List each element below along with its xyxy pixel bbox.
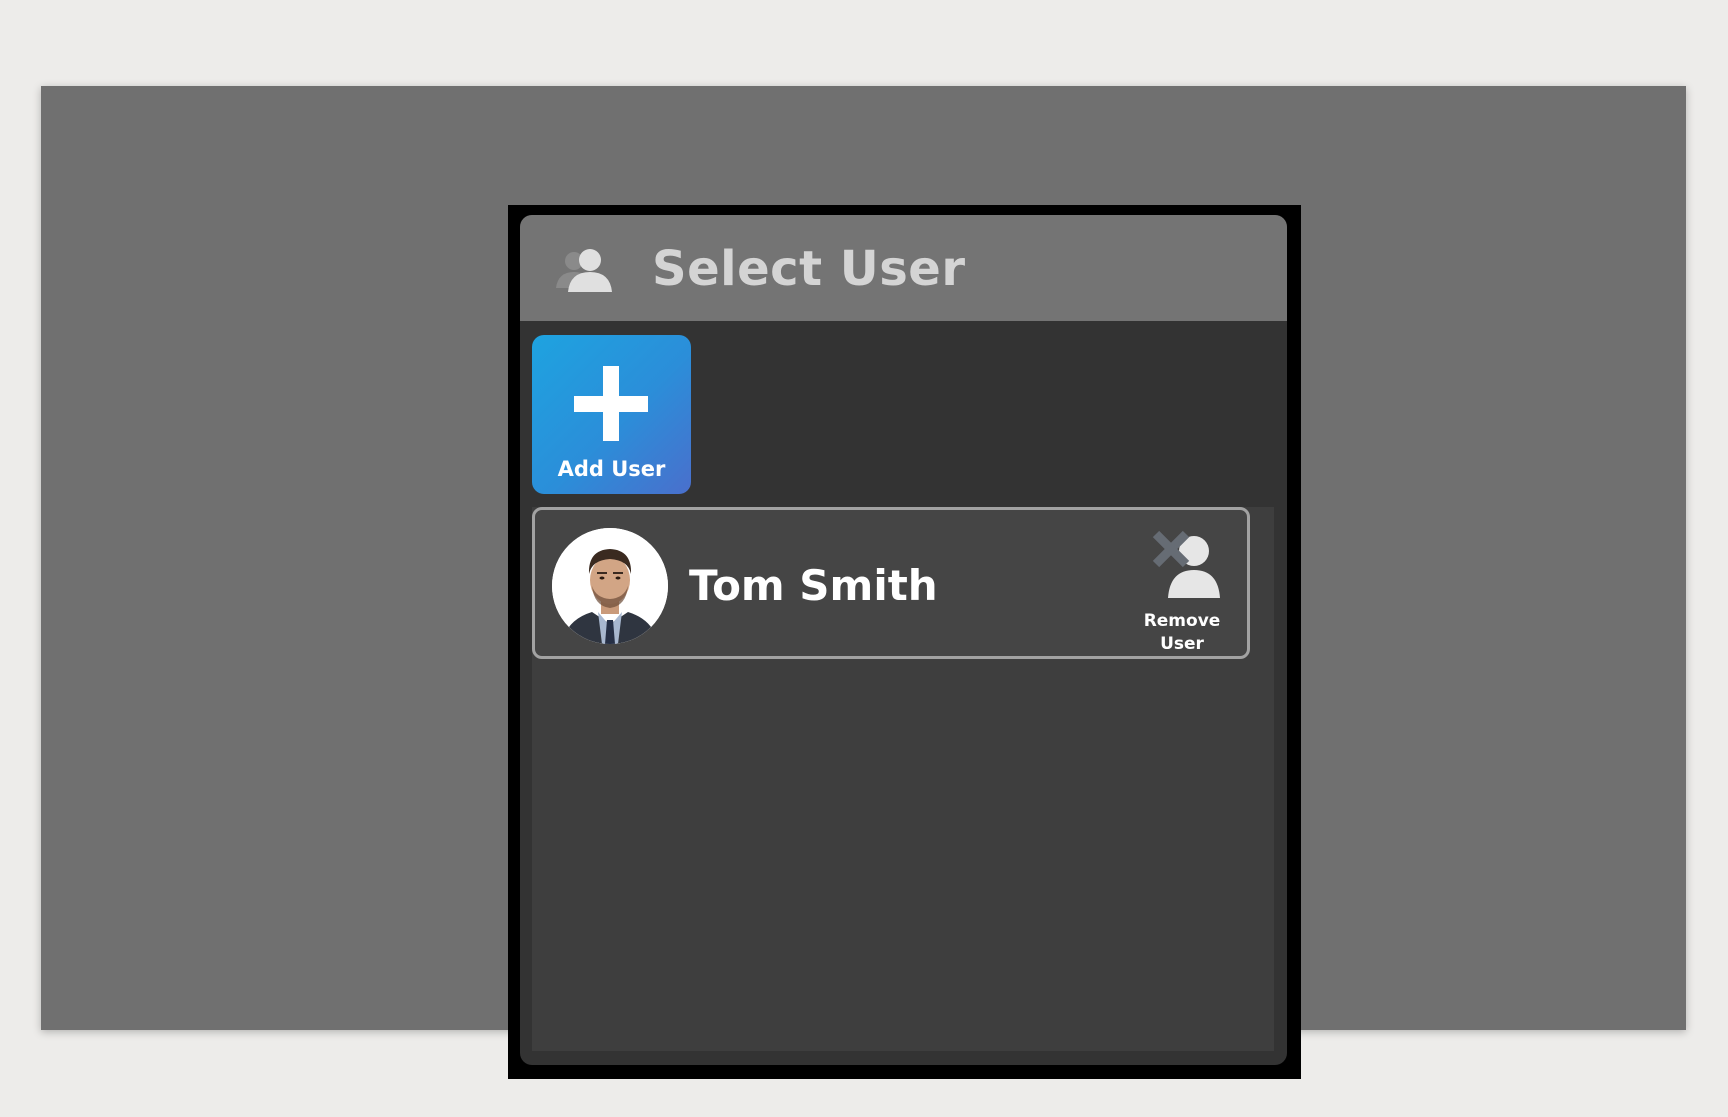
users-icon — [556, 249, 612, 292]
user-avatar — [552, 528, 668, 644]
remove-user-label: Remove User — [1143, 611, 1221, 654]
add-user-button[interactable]: Add User — [532, 335, 691, 494]
device-frame: Select User Add User Tom Smith Remove Us… — [508, 205, 1301, 1079]
remove-user-icon — [1152, 530, 1220, 598]
user-list: Tom Smith Remove User — [532, 507, 1274, 1051]
select-user-dialog: Select User Add User Tom Smith Remove Us… — [520, 215, 1287, 1065]
dialog-header: Select User — [520, 215, 1287, 321]
user-name: Tom Smith — [689, 561, 938, 610]
user-photo — [552, 528, 668, 644]
remove-user-button[interactable]: Remove User — [1135, 528, 1229, 654]
add-user-label: Add User — [557, 457, 666, 481]
app-window: Select User Add User Tom Smith Remove Us… — [41, 86, 1686, 1079]
dialog-title: Select User — [652, 241, 966, 297]
user-row-tom-smith[interactable]: Tom Smith Remove User — [532, 507, 1250, 659]
